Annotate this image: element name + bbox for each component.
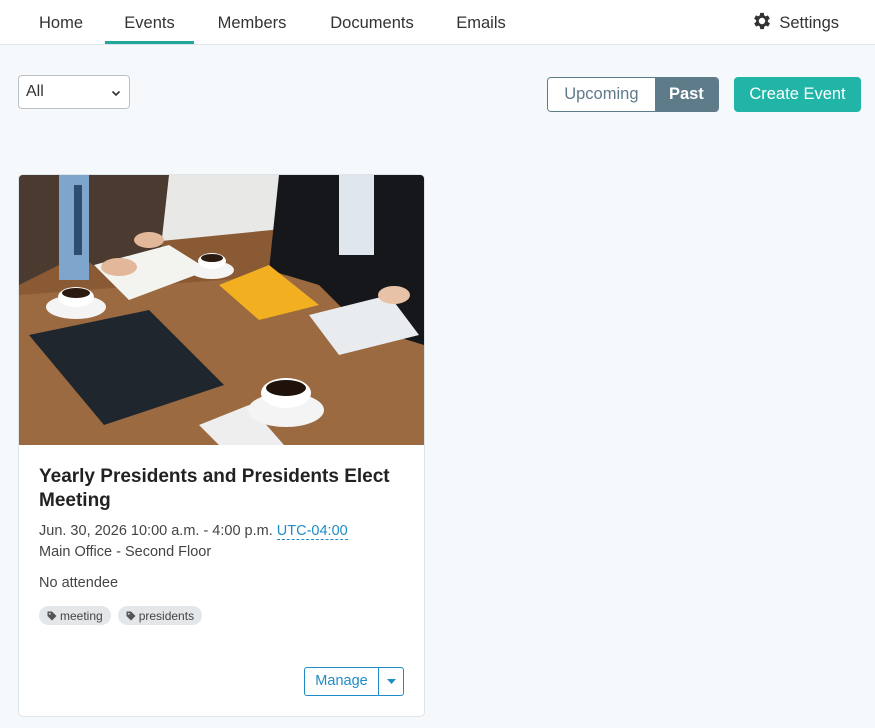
tag-label: presidents — [138, 608, 195, 623]
tab-home[interactable]: Home — [23, 0, 99, 44]
manage-split-button: Manage — [304, 667, 404, 696]
event-filter-select[interactable]: All — [18, 75, 130, 109]
tag-icon — [126, 611, 136, 620]
event-card: Yearly Presidents and Presidents Elect M… — [18, 174, 425, 717]
event-tags: meeting presidents — [39, 606, 203, 625]
settings-label: Settings — [779, 14, 839, 32]
tag-presidents[interactable]: presidents — [117, 606, 203, 625]
past-button[interactable]: Past — [654, 78, 718, 111]
top-nav: Home Events Members Documents Emails Set… — [0, 0, 875, 45]
filter-value: All — [26, 83, 44, 100]
tag-label: meeting — [60, 608, 103, 623]
time-toggle: Upcoming Past — [547, 77, 719, 112]
settings-link[interactable]: Settings — [754, 0, 839, 44]
manage-button[interactable]: Manage — [305, 668, 379, 695]
chevron-down-icon — [111, 90, 121, 97]
upcoming-button[interactable]: Upcoming — [548, 78, 655, 111]
create-event-button[interactable]: Create Event — [734, 77, 861, 112]
gear-icon — [754, 12, 771, 30]
caret-down-icon — [387, 679, 396, 684]
manage-dropdown-toggle[interactable] — [379, 668, 403, 695]
tab-documents[interactable]: Documents — [318, 0, 426, 44]
tag-meeting[interactable]: meeting — [39, 606, 111, 625]
event-attendees: No attendee — [39, 575, 119, 591]
event-date-range: Jun. 30, 2026 10:00 a.m. - 4:00 p.m. — [39, 523, 273, 539]
event-location: Main Office - Second Floor — [39, 544, 212, 560]
event-title[interactable]: Yearly Presidents and Presidents Elect M… — [39, 465, 399, 512]
tab-members[interactable]: Members — [205, 0, 299, 44]
tab-events[interactable]: Events — [105, 0, 194, 44]
event-datetime: Jun. 30, 2026 10:00 a.m. - 4:00 p.m. UTC… — [39, 523, 348, 540]
event-timezone[interactable]: UTC-04:00 — [276, 523, 348, 540]
event-image[interactable] — [19, 175, 424, 445]
tag-icon — [47, 611, 57, 620]
tab-emails[interactable]: Emails — [446, 0, 516, 44]
